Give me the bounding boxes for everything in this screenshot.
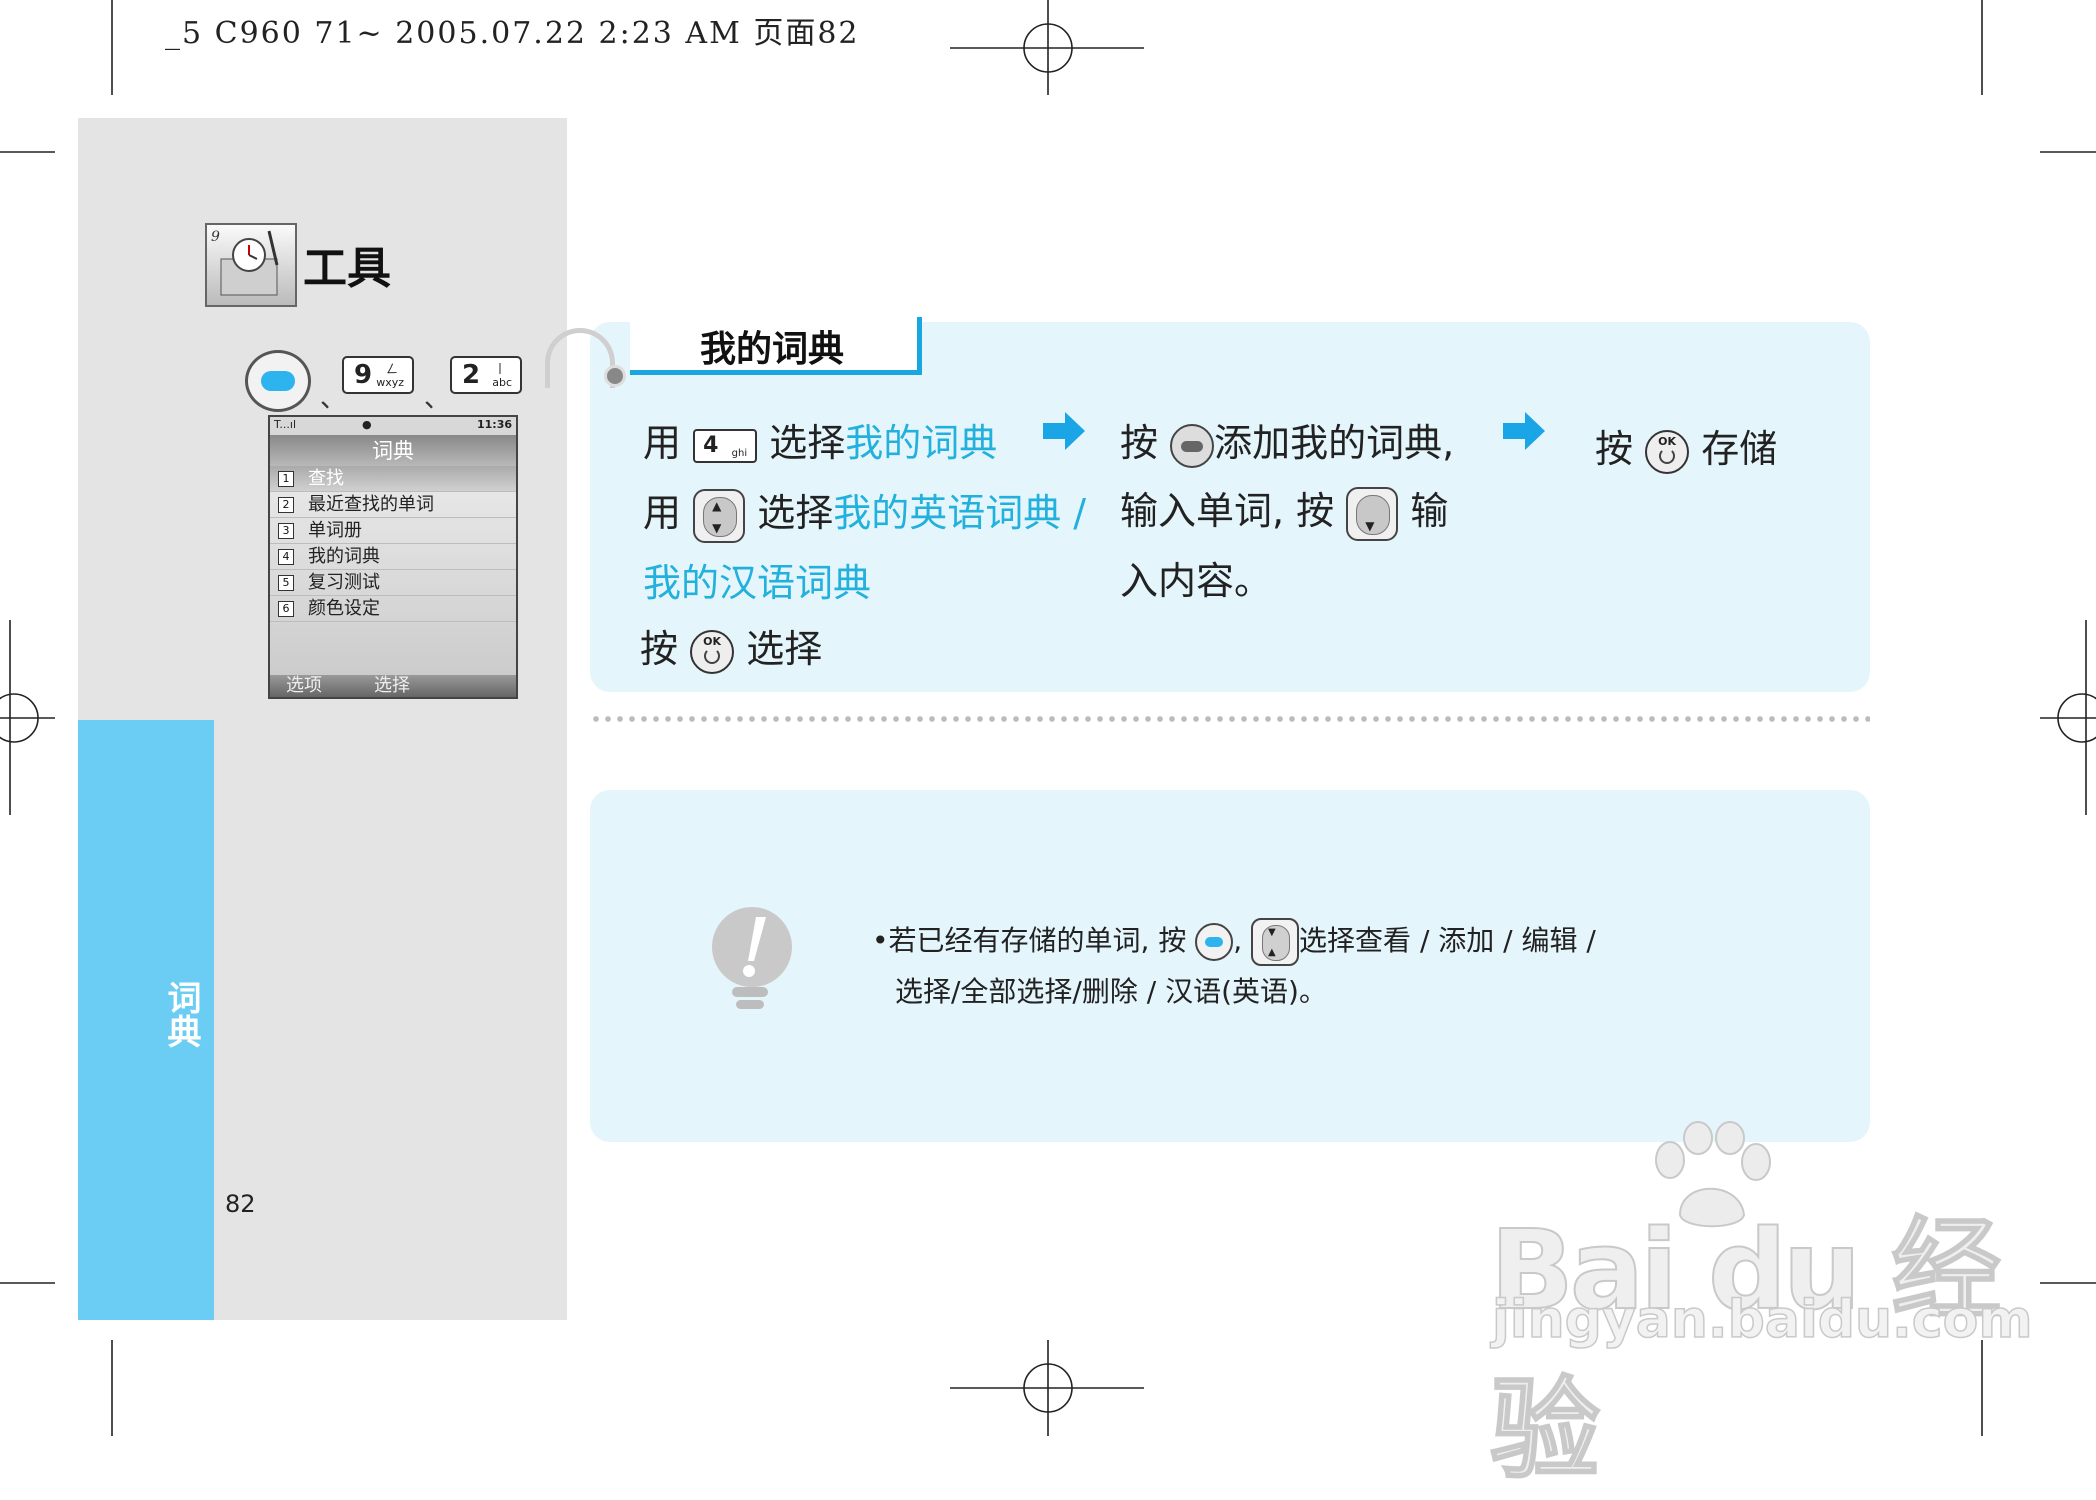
phone-screen: T...ıl ● 11:36 词典 1 查找 2 最近查找的单词 3 单词册 4 我的词… — [268, 415, 518, 699]
note-line2: 选择/全部选择/删除 / 汉语(英语)。 — [895, 975, 1327, 1008]
menu-key-icon — [1195, 923, 1234, 961]
note-line1: •若已经有存储的单词, 按 , ▲ ▼ 选择查看 / 添加 / 编辑 / — [872, 915, 1596, 967]
chapter-tab-label: 词典 — [161, 980, 201, 1048]
step1-line1: 用 4 ghi 选择我的词典 — [643, 421, 998, 465]
connector-dot — [604, 365, 626, 387]
arrow-right-icon — [1043, 412, 1085, 450]
phone-menu-item[interactable]: 1 查找 — [270, 466, 516, 492]
step1-line2: 用 ▲ ▼ 选择我的英语词典 / — [643, 482, 1086, 543]
watermark-url: jingyan.baidu.com — [1491, 1289, 2033, 1351]
key-2-icon: 2 丨 abc — [450, 356, 522, 394]
soft-right-label[interactable]: 选择 — [374, 675, 410, 697]
signal-icon: T...ıl — [274, 418, 297, 431]
navigation-key-icon: ▲ ▼ — [1251, 918, 1300, 966]
navigation-key-icon: ▲ ▼ — [693, 488, 746, 543]
phone-menu-item[interactable]: 5 复习测试 — [270, 570, 516, 596]
phone-title: 词典 — [270, 436, 516, 466]
step3-line1: 按 OK 存储 — [1595, 418, 1777, 474]
section-title: 工具 — [303, 243, 391, 294]
separator: 、 — [424, 384, 451, 414]
soft-left-label[interactable]: 选项 — [286, 675, 322, 697]
section-heading: 我的词典 — [700, 328, 845, 370]
clock: 11:36 — [476, 418, 512, 431]
step1-line4: 按 OK 选择 — [640, 618, 822, 674]
ok-key-icon: OK — [690, 629, 735, 674]
alarm-icon: ● — [362, 418, 372, 431]
ok-key-icon: OK — [1645, 429, 1690, 474]
phone-menu-item[interactable]: 4 我的词典 — [270, 544, 516, 570]
soft-key-bar: 选项 选择 — [270, 675, 516, 697]
dotted-divider — [590, 715, 1870, 723]
svg-text:9: 9 — [211, 229, 220, 245]
status-bar: T...ıl ● 11:36 — [270, 417, 516, 436]
phone-menu-item[interactable]: 2 最近查找的单词 — [270, 492, 516, 518]
step2-line2: 输入单词, 按 ▼ 输 — [1120, 480, 1448, 541]
key-4-icon: 4 ghi — [693, 428, 758, 463]
print-header: _5 C960 71~ 2005.07.22 2:23 AM 页面82 — [165, 16, 860, 51]
phone-menu-item[interactable]: 3 单词册 — [270, 518, 516, 544]
soft-key-icon — [1170, 423, 1215, 468]
step2-line3: 入内容。 — [1120, 559, 1273, 603]
step2-line1: 按 添加我的词典, — [1120, 412, 1454, 468]
phone-menu-item[interactable]: 6 颜色设定 — [270, 596, 516, 622]
page-number: 82 — [225, 1190, 256, 1218]
menu-key-icon — [245, 350, 311, 412]
key-9-icon: 9 ㄥ wxyz — [342, 356, 414, 394]
step1-line3: 我的汉语词典 — [643, 561, 872, 605]
arrow-right-icon — [1503, 412, 1545, 450]
tools-icon: 9 — [205, 223, 297, 307]
lightbulb-icon — [712, 907, 792, 1009]
navigation-key-down-icon: ▼ — [1346, 486, 1399, 541]
